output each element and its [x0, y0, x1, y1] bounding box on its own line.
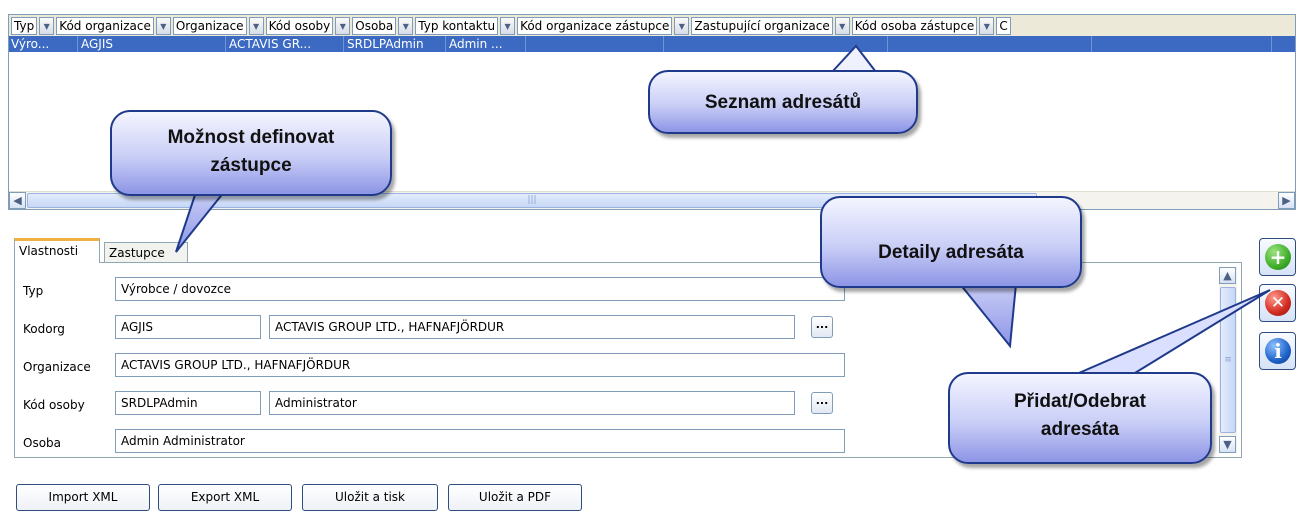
zastupce-callout-pointer [175, 191, 227, 253]
callout-text-line1: Přidat/Odebrat [1014, 391, 1146, 412]
seznam-adresatu-callout: Seznam adresátů [648, 70, 918, 134]
pridat-odebrat-callout: Přidat/Odebrat adresáta [948, 372, 1212, 464]
callout-text-line1: Možnost definovat [167, 127, 335, 148]
detaily-callout-pointer [957, 283, 1018, 349]
tab-vlastnosti[interactable]: Vlastnosti [14, 238, 100, 263]
callout-text: Seznam adresátů [704, 92, 862, 113]
seznam-callout-pointer [829, 44, 879, 73]
zastupce-callout: Možnost definovat zástupce [110, 110, 392, 196]
pridat-callout-pointer [1071, 289, 1271, 377]
callout-text-line2: zástupce [210, 155, 292, 176]
callout-text-line2: adresáta [1040, 419, 1120, 440]
detaily-adresata-callout: Detaily adresáta [820, 196, 1082, 288]
callout-text: Detaily adresáta [878, 242, 1024, 263]
